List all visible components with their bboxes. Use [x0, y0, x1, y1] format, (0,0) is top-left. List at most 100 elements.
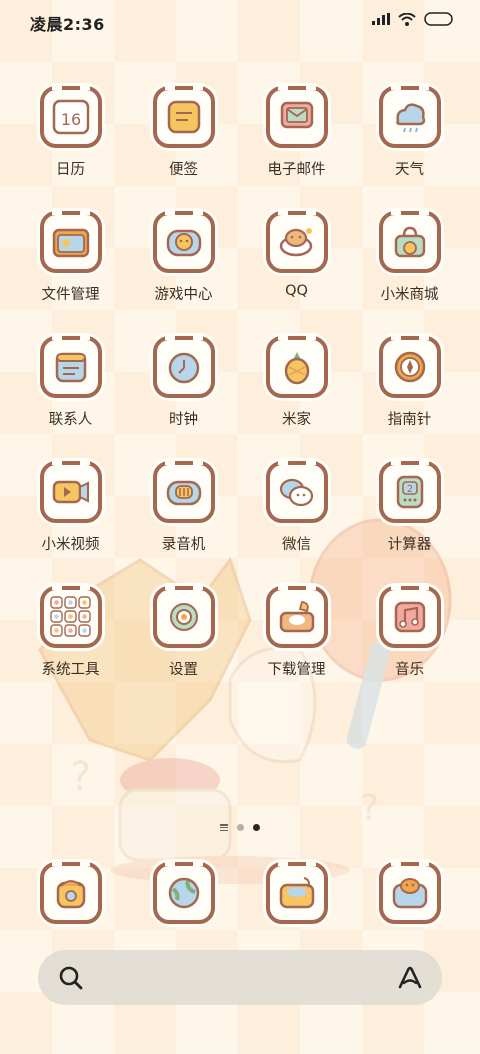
- wechat-icon-frame[interactable]: [265, 459, 328, 523]
- app-email[interactable]: 电子邮件: [240, 84, 353, 196]
- mi-store-icon: [390, 222, 430, 262]
- app-mijia[interactable]: 米家: [240, 334, 353, 446]
- browser-icon-frame[interactable]: [152, 860, 215, 924]
- app-system-tools-folder[interactable]: 系统工具: [14, 584, 127, 696]
- camera-icon-frame[interactable]: [378, 860, 441, 924]
- app-mi-video[interactable]: 小米视频: [14, 459, 127, 571]
- weather-icon: [390, 97, 430, 137]
- camera-icon: [389, 873, 431, 913]
- app-calendar[interactable]: 16 日历: [14, 84, 127, 196]
- app-music[interactable]: 音乐: [353, 584, 466, 696]
- app-label: 系统工具: [41, 662, 100, 678]
- file-manager-icon: [50, 222, 92, 262]
- page-dot-2[interactable]: [253, 824, 260, 831]
- download-manager-icon-frame[interactable]: [265, 584, 328, 648]
- phone-icon-frame[interactable]: [39, 860, 102, 924]
- phone-icon: [51, 873, 91, 913]
- app-label: 米家: [282, 412, 311, 428]
- app-clock[interactable]: 时钟: [127, 334, 240, 446]
- app-file-manager[interactable]: 文件管理: [14, 209, 127, 321]
- page-indicator: [0, 824, 480, 831]
- svg-text:16: 16: [60, 110, 80, 129]
- calendar-icon-frame[interactable]: 16: [39, 84, 102, 148]
- svg-text:2: 2: [406, 484, 412, 495]
- email-icon: [277, 97, 317, 137]
- page-list-icon[interactable]: [220, 824, 228, 831]
- app-label: 电子邮件: [267, 162, 326, 178]
- clock-icon: [164, 347, 204, 387]
- browser-icon: [164, 873, 204, 913]
- app-settings[interactable]: 设置: [127, 584, 240, 696]
- app-label: 天气: [395, 162, 424, 178]
- app-label: QQ: [285, 283, 308, 299]
- app-label: 指南针: [387, 412, 432, 428]
- calendar-icon: 16: [51, 98, 91, 136]
- app-mi-store[interactable]: 小米商城: [353, 209, 466, 321]
- app-label: 音乐: [395, 662, 424, 678]
- dock: [0, 860, 480, 926]
- page-dot-1[interactable]: [237, 824, 244, 831]
- calculator-icon: 2: [390, 472, 430, 512]
- app-label: 小米视频: [41, 537, 100, 553]
- system-tools-folder-icon-frame[interactable]: [39, 584, 102, 648]
- app-label: 录音机: [161, 537, 206, 553]
- game-center-icon-frame[interactable]: [152, 209, 215, 273]
- qq-icon: [276, 222, 318, 262]
- mi-video-icon-frame[interactable]: [39, 459, 102, 523]
- mi-store-icon-frame[interactable]: [378, 209, 441, 273]
- signal-icon: [372, 13, 390, 25]
- music-icon: [390, 597, 430, 637]
- app-recorder[interactable]: 录音机: [127, 459, 240, 571]
- app-notes[interactable]: 便签: [127, 84, 240, 196]
- app-download-manager[interactable]: 下载管理: [240, 584, 353, 696]
- wifi-icon: [398, 12, 416, 26]
- recorder-icon-frame[interactable]: [152, 459, 215, 523]
- settings-icon-frame[interactable]: [152, 584, 215, 648]
- download-manager-icon: [276, 597, 318, 637]
- app-label: 便签: [169, 162, 198, 178]
- email-icon-frame[interactable]: [265, 84, 328, 148]
- weather-icon-frame[interactable]: [378, 84, 441, 148]
- app-wechat[interactable]: 微信: [240, 459, 353, 571]
- gallery-icon-frame[interactable]: [265, 860, 328, 924]
- app-weather[interactable]: 天气: [353, 84, 466, 196]
- app-label: 小米商城: [380, 287, 439, 303]
- app-qq[interactable]: QQ: [240, 209, 353, 321]
- app-label: 下载管理: [267, 662, 326, 678]
- search-bar[interactable]: [38, 950, 442, 1005]
- battery-icon: [424, 12, 453, 26]
- compass-icon-frame[interactable]: [378, 334, 441, 398]
- dock-gallery[interactable]: [240, 860, 353, 926]
- contacts-icon: [51, 347, 91, 387]
- system-tools-folder-icon: [48, 594, 94, 640]
- wechat-icon: [276, 472, 318, 512]
- notes-icon-frame[interactable]: [152, 84, 215, 148]
- app-label: 联系人: [48, 412, 93, 428]
- music-icon-frame[interactable]: [378, 584, 441, 648]
- clock-icon-frame[interactable]: [152, 334, 215, 398]
- app-compass[interactable]: 指南针: [353, 334, 466, 446]
- calculator-icon-frame[interactable]: 2: [378, 459, 441, 523]
- qq-icon-frame[interactable]: [265, 209, 328, 273]
- app-label: 文件管理: [41, 287, 100, 303]
- status-time: 凌晨2:36: [30, 15, 105, 34]
- app-label: 日历: [56, 162, 85, 178]
- game-center-icon: [163, 222, 205, 262]
- dock-browser[interactable]: [127, 860, 240, 926]
- dock-camera[interactable]: [353, 860, 466, 926]
- mijia-icon-frame[interactable]: [265, 334, 328, 398]
- app-label: 设置: [169, 662, 198, 678]
- compass-icon: [390, 347, 430, 387]
- app-game-center[interactable]: 游戏中心: [127, 209, 240, 321]
- notes-icon: [164, 97, 204, 137]
- gallery-icon: [276, 873, 318, 913]
- file-manager-icon-frame[interactable]: [39, 209, 102, 273]
- xiaoai-assistant-icon[interactable]: [396, 964, 424, 992]
- app-contacts[interactable]: 联系人: [14, 334, 127, 446]
- app-label: 计算器: [387, 537, 432, 553]
- search-icon[interactable]: [58, 965, 84, 991]
- status-bar: 凌晨2:36: [0, 0, 480, 42]
- dock-phone[interactable]: [14, 860, 127, 926]
- app-calculator[interactable]: 2 计算器: [353, 459, 466, 571]
- contacts-icon-frame[interactable]: [39, 334, 102, 398]
